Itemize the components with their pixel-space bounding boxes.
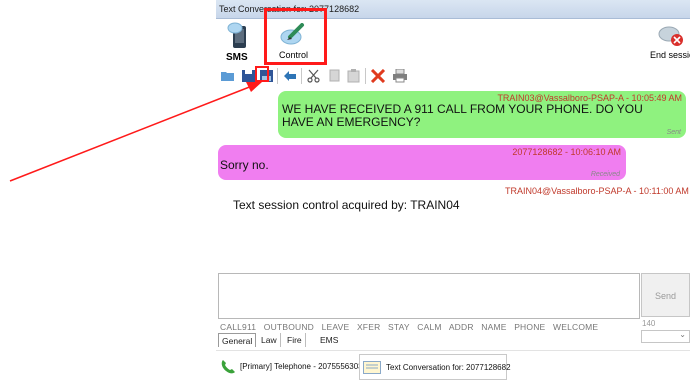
message-meta: 2077128682 - 10:06:10 AM bbox=[512, 147, 621, 157]
tab-law[interactable]: Law bbox=[258, 333, 281, 347]
toolbar-separator bbox=[365, 68, 366, 84]
taskbar-item-telephone[interactable]: [Primary] Telephone - 2075556303 bbox=[218, 354, 363, 380]
quick-phrase-welcome[interactable]: WELCOME bbox=[553, 322, 598, 332]
end-session-label: End session bbox=[650, 50, 690, 60]
cut-icon[interactable] bbox=[306, 69, 322, 83]
phone-chat-icon bbox=[227, 22, 246, 48]
quick-phrase-addr[interactable]: ADDR bbox=[449, 322, 474, 332]
toolbar-separator bbox=[301, 68, 302, 84]
copy-icon[interactable] bbox=[327, 69, 343, 83]
message-status: Sent bbox=[666, 129, 681, 136]
end-session-button[interactable]: End session bbox=[644, 19, 690, 65]
quick-phrase-xfer[interactable]: XFER bbox=[357, 322, 380, 332]
system-message-text: Text session control acquired by: TRAIN0… bbox=[233, 198, 460, 212]
taskbar-item-text-conversation[interactable]: Text Conversation for: 2077128682 bbox=[359, 354, 511, 380]
save-icon[interactable] bbox=[241, 69, 257, 83]
end-session-icon bbox=[658, 26, 683, 46]
quick-phrase-name[interactable]: NAME bbox=[481, 322, 506, 332]
open-folder-icon[interactable] bbox=[220, 69, 236, 83]
tab-general[interactable]: General bbox=[218, 333, 257, 347]
quick-phrase-call911[interactable]: CALL911 bbox=[220, 322, 256, 332]
print-icon[interactable] bbox=[392, 69, 408, 83]
undo-icon[interactable] bbox=[282, 69, 298, 83]
toolbar-separator bbox=[277, 68, 278, 84]
taskbar-item-label: [Primary] Telephone - 2075556303 bbox=[240, 362, 363, 371]
char-count: 140 bbox=[642, 319, 656, 328]
template-dropdown[interactable]: ⌄ bbox=[641, 330, 690, 343]
quick-phrase-phone[interactable]: PHONE bbox=[514, 322, 545, 332]
sent-message-bubble: TRAIN03@Vassalboro-PSAP-A - 10:05:49 AM … bbox=[278, 91, 686, 138]
tab-ems[interactable]: EMS bbox=[317, 333, 341, 347]
tab-fire[interactable]: Fire bbox=[284, 333, 306, 347]
annotation-highlight-box bbox=[264, 8, 327, 65]
taskbar-item-label: Text Conversation for: 2077128682 bbox=[386, 363, 511, 372]
quick-phrase-outbound[interactable]: OUTBOUND bbox=[264, 322, 314, 332]
send-button[interactable]: Send bbox=[641, 273, 690, 317]
sms-button[interactable]: SMS bbox=[216, 19, 260, 65]
chevron-down-icon: ⌄ bbox=[679, 330, 686, 339]
text-conversation-icon bbox=[363, 361, 381, 374]
quick-phrase-leave[interactable]: LEAVE bbox=[322, 322, 350, 332]
quick-phrases: CALL911 OUTBOUND LEAVE XFER STAY CALM AD… bbox=[220, 322, 603, 332]
message-text: WE HAVE RECEIVED A 911 CALL FROM YOUR PH… bbox=[282, 102, 643, 129]
message-text: Sorry no. bbox=[220, 158, 269, 172]
received-message-bubble: 2077128682 - 10:06:10 AM Sorry no. Recei… bbox=[218, 145, 626, 180]
quick-phrase-calm[interactable]: CALM bbox=[417, 322, 441, 332]
sms-label: SMS bbox=[226, 52, 248, 63]
save-as-icon[interactable] bbox=[259, 69, 275, 83]
message-status: Received bbox=[590, 171, 620, 178]
system-message-meta: TRAIN04@Vassalboro-PSAP-A - 10:11:00 AM bbox=[505, 186, 689, 196]
message-input[interactable] bbox=[218, 273, 640, 319]
toolbar bbox=[216, 66, 690, 88]
taskbar-divider bbox=[216, 350, 690, 351]
paste-icon[interactable] bbox=[346, 69, 362, 83]
telephone-icon bbox=[221, 360, 235, 374]
delete-icon[interactable] bbox=[370, 69, 386, 83]
quick-phrase-stay[interactable]: STAY bbox=[388, 322, 410, 332]
